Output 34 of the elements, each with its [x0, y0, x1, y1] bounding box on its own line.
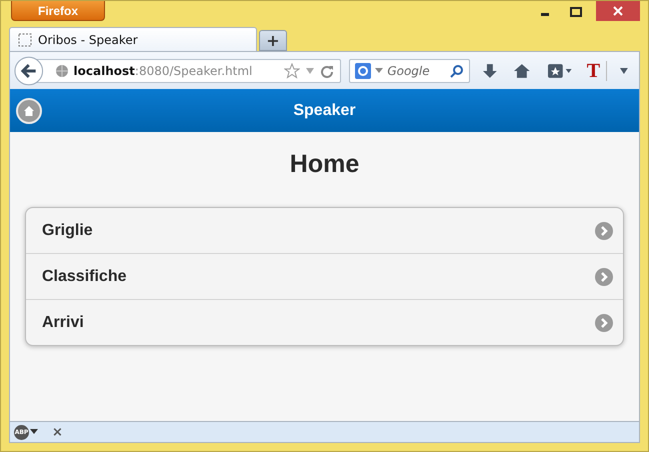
- header-title: Speaker: [293, 102, 356, 120]
- page-icon: [18, 32, 32, 46]
- menu-dropdown-icon[interactable]: [619, 66, 629, 74]
- addon-button[interactable]: T: [584, 60, 608, 80]
- url-text: localhost:8080/Speaker.html: [74, 64, 254, 78]
- browser-tab[interactable]: Oribos - Speaker: [9, 27, 257, 51]
- back-icon[interactable]: [14, 56, 44, 86]
- dropdown-icon[interactable]: [375, 68, 384, 74]
- reload-icon[interactable]: [320, 64, 334, 78]
- chevron-right-icon: [595, 222, 613, 240]
- list-item[interactable]: Arrivi: [26, 299, 623, 345]
- home-icon: [23, 104, 35, 116]
- close-button[interactable]: [596, 1, 640, 21]
- globe-icon: [54, 64, 69, 78]
- download-icon[interactable]: [482, 62, 498, 78]
- close-icon: [612, 5, 624, 17]
- star-icon[interactable]: [284, 62, 300, 78]
- maximize-icon[interactable]: [570, 7, 582, 17]
- page-title: Home: [288, 150, 360, 179]
- dropdown-icon: [30, 429, 38, 435]
- home-icon[interactable]: [513, 62, 532, 78]
- list-item[interactable]: Classifiche: [26, 253, 623, 299]
- search-placeholder: Google: [387, 64, 431, 78]
- search-field[interactable]: Google: [349, 58, 470, 82]
- google-icon: [355, 62, 372, 78]
- tab-title: Oribos - Speaker: [38, 32, 138, 46]
- chevron-right-icon: [595, 314, 613, 332]
- new-tab-button[interactable]: +: [259, 30, 287, 51]
- close-addon-bar-button[interactable]: ×: [50, 424, 65, 440]
- home-button[interactable]: [16, 98, 42, 124]
- chevron-right-icon: [595, 268, 613, 286]
- list-item[interactable]: Griglie: [26, 208, 623, 253]
- bookmarks-icon[interactable]: [547, 62, 573, 78]
- search-icon[interactable]: [450, 64, 464, 78]
